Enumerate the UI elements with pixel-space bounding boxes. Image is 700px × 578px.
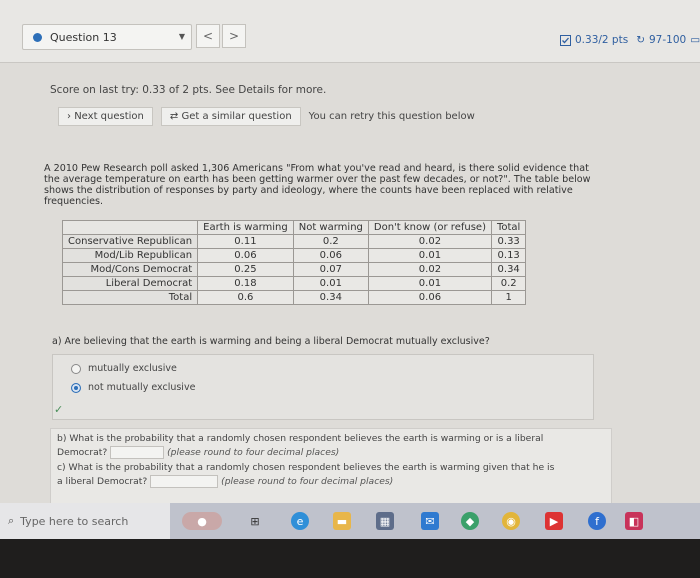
table-cell: 0.02 xyxy=(367,262,492,277)
table-cell: 0.2 xyxy=(292,234,369,249)
table-row: Total 0.6 0.34 0.06 1 xyxy=(61,290,527,305)
table-cell: 0.02 xyxy=(367,234,492,249)
part-b-answer-line: Democrat? (please round to four decimal … xyxy=(57,446,340,459)
youtube-icon[interactable]: ▶ xyxy=(545,512,563,530)
table-header-cell: Don't know (or refuse) xyxy=(367,220,492,235)
table-cell: 0.01 xyxy=(367,248,492,263)
question-header: Question 13 ▼ < > 0.33/2 pts ↻ 97-100 ▭ xyxy=(0,0,700,63)
table-cell: 0.18 xyxy=(197,276,294,291)
app-pink-icon[interactable]: ◧ xyxy=(625,512,643,530)
option-mutually-exclusive[interactable]: mutually exclusive xyxy=(71,363,177,374)
table-cell: 0.6 xyxy=(197,290,294,305)
parts-b-c: b) What is the probability that a random… xyxy=(50,428,612,505)
score-last-try: Score on last try: 0.33 of 2 pts. See De… xyxy=(50,84,327,96)
correct-check-icon: ✓ xyxy=(54,403,64,416)
table-row: Liberal Democrat 0.18 0.01 0.01 0.2 xyxy=(61,276,527,291)
next-question-arrow-button[interactable]: > xyxy=(222,24,246,48)
similar-question-button[interactable]: ⇄ Get a similar question xyxy=(160,107,301,126)
status-dot-icon xyxy=(33,32,42,42)
part-b-question: b) What is the probability that a random… xyxy=(57,433,544,444)
radio-button-selected[interactable] xyxy=(71,382,81,393)
chrome-icon[interactable]: ◉ xyxy=(502,512,520,530)
row-label: Conservative Republican xyxy=(61,234,199,249)
row-label: Mod/Lib Republican xyxy=(61,248,199,263)
retry-message: You can retry this question below xyxy=(308,111,475,122)
question-content: Score on last try: 0.33 of 2 pts. See De… xyxy=(0,63,700,505)
table-cell: 0.11 xyxy=(197,234,294,249)
table-cell: 0.33 xyxy=(490,234,527,249)
taskbar: ⌕ Type here to search ● ⊞ e ▬ ▦ ✉ ◆ ◉ ▶ … xyxy=(0,503,700,539)
part-a-question: a) Are believing that the earth is warmi… xyxy=(52,336,490,347)
table-row: Mod/Lib Republican 0.06 0.06 0.01 0.13 xyxy=(61,248,527,263)
store-icon[interactable]: ▦ xyxy=(376,512,394,530)
facebook-icon[interactable]: f xyxy=(588,512,606,530)
retry-icon: ↻ xyxy=(636,34,645,46)
news-widget-icon[interactable]: ● xyxy=(182,512,222,530)
next-question-button[interactable]: › Next question xyxy=(58,107,153,126)
radio-button[interactable] xyxy=(71,363,81,374)
refresh-icon: ⇄ xyxy=(169,111,179,122)
mail-icon[interactable]: ✉ xyxy=(421,512,439,530)
table-cell: 0.01 xyxy=(292,276,369,291)
table-cell: 0.06 xyxy=(292,248,369,263)
table-header-row: Earth is warming Not warming Don't know … xyxy=(61,220,527,235)
attempts-text: 97-100 xyxy=(649,34,687,46)
points-text: 0.33/2 pts xyxy=(575,34,629,46)
taskbar-search[interactable]: ⌕ Type here to search xyxy=(0,503,170,539)
file-explorer-icon[interactable]: ▬ xyxy=(333,512,351,530)
table-row: Conservative Republican 0.11 0.2 0.02 0.… xyxy=(61,234,527,249)
table-header-cell: Total xyxy=(490,220,527,235)
table-cell: 0.01 xyxy=(367,276,492,291)
part-c-answer-line: a liberal Democrat? (please round to fou… xyxy=(57,475,394,488)
search-placeholder: Type here to search xyxy=(20,514,129,528)
table-row: Mod/Cons Democrat 0.25 0.07 0.02 0.34 xyxy=(61,262,527,277)
table-header-cell: Not warming xyxy=(292,220,369,235)
table-cell: 0.2 xyxy=(490,276,527,291)
checkbox-icon xyxy=(560,34,571,46)
distribution-table: Earth is warming Not warming Don't know … xyxy=(61,220,527,305)
table-header-cell xyxy=(61,220,199,235)
table-cell: 0.06 xyxy=(197,248,294,263)
prev-question-button[interactable]: < xyxy=(196,24,220,48)
monitor-bezel xyxy=(0,539,700,578)
comment-icon[interactable]: ▭ xyxy=(690,34,700,46)
app-icon[interactable]: ◆ xyxy=(461,512,479,530)
option-not-mutually-exclusive[interactable]: not mutually exclusive xyxy=(71,382,195,393)
table-cell: 1 xyxy=(490,290,527,305)
table-cell: 0.06 xyxy=(367,290,492,305)
part-c-answer-input[interactable] xyxy=(150,475,219,488)
question-label: Question 13 xyxy=(50,30,117,44)
edge-icon[interactable]: e xyxy=(291,512,309,530)
table-cell: 0.13 xyxy=(490,248,527,263)
table-cell: 0.34 xyxy=(490,262,527,277)
search-icon: ⌕ xyxy=(8,514,15,527)
chevron-down-icon: ▼ xyxy=(178,32,185,41)
task-view-icon[interactable]: ⊞ xyxy=(246,512,264,530)
table-cell: 0.07 xyxy=(292,262,369,277)
question-prompt: A 2010 Pew Research poll asked 1,306 Ame… xyxy=(44,163,591,207)
table-cell: 0.34 xyxy=(292,290,369,305)
table-cell: 0.25 xyxy=(197,262,294,277)
question-selector[interactable]: Question 13 ▼ xyxy=(22,24,192,50)
chevron-right-icon: › xyxy=(67,111,71,122)
row-label: Total xyxy=(61,290,199,305)
points-display: 0.33/2 pts ↻ 97-100 ▭ xyxy=(560,34,700,46)
action-buttons: › Next question ⇄ Get a similar question… xyxy=(58,107,475,126)
row-label: Liberal Democrat xyxy=(61,276,199,291)
part-a-options: mutually exclusive not mutually exclusiv… xyxy=(52,354,594,420)
part-b-answer-input[interactable] xyxy=(110,446,165,459)
part-c-question: c) What is the probability that a random… xyxy=(57,462,555,473)
row-label: Mod/Cons Democrat xyxy=(61,262,199,277)
table-header-cell: Earth is warming xyxy=(197,220,294,235)
